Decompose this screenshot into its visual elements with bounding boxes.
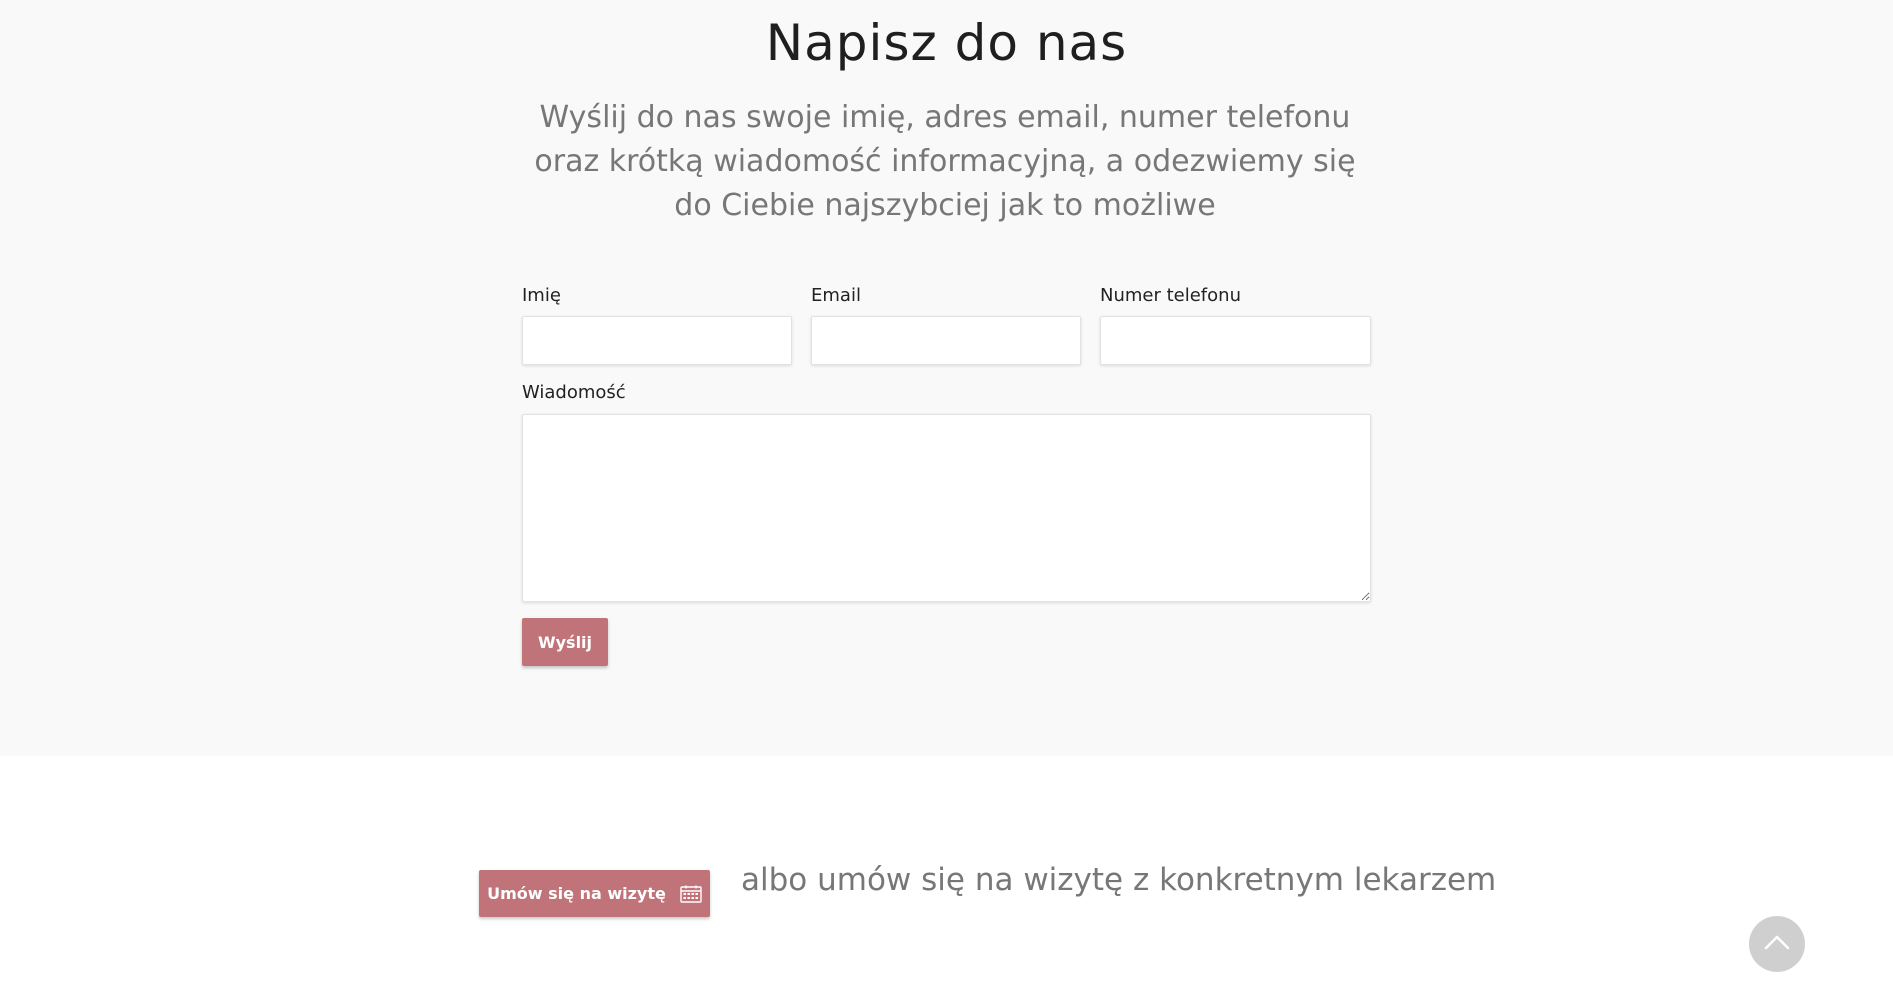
contact-lead-text: Wyślij do nas swoje imię, adres email, n…	[534, 100, 1356, 223]
appointment-button[interactable]: Umów się na wizytę	[479, 870, 710, 917]
appointment-alt-text: albo umów się na wizytę z konkretnym lek…	[741, 862, 1497, 898]
calendar-icon	[680, 885, 702, 903]
name-input[interactable]	[522, 316, 792, 365]
chevron-up-icon	[1764, 934, 1790, 954]
appointment-button-label: Umów się na wizytę	[487, 884, 666, 903]
message-label: Wiadomość	[522, 382, 626, 403]
email-label: Email	[811, 285, 861, 306]
contact-section: Napisz do nas Wyślij do nas swoje imię, …	[0, 0, 1893, 756]
phone-input[interactable]	[1100, 316, 1371, 365]
scroll-to-top-button[interactable]	[1749, 916, 1805, 972]
name-label: Imię	[522, 285, 561, 306]
message-textarea[interactable]	[522, 414, 1371, 602]
phone-label: Numer telefonu	[1100, 285, 1241, 306]
page-title: Napisz do nas	[765, 14, 1128, 72]
email-input[interactable]	[811, 316, 1081, 365]
submit-button[interactable]: Wyślij	[522, 618, 608, 666]
